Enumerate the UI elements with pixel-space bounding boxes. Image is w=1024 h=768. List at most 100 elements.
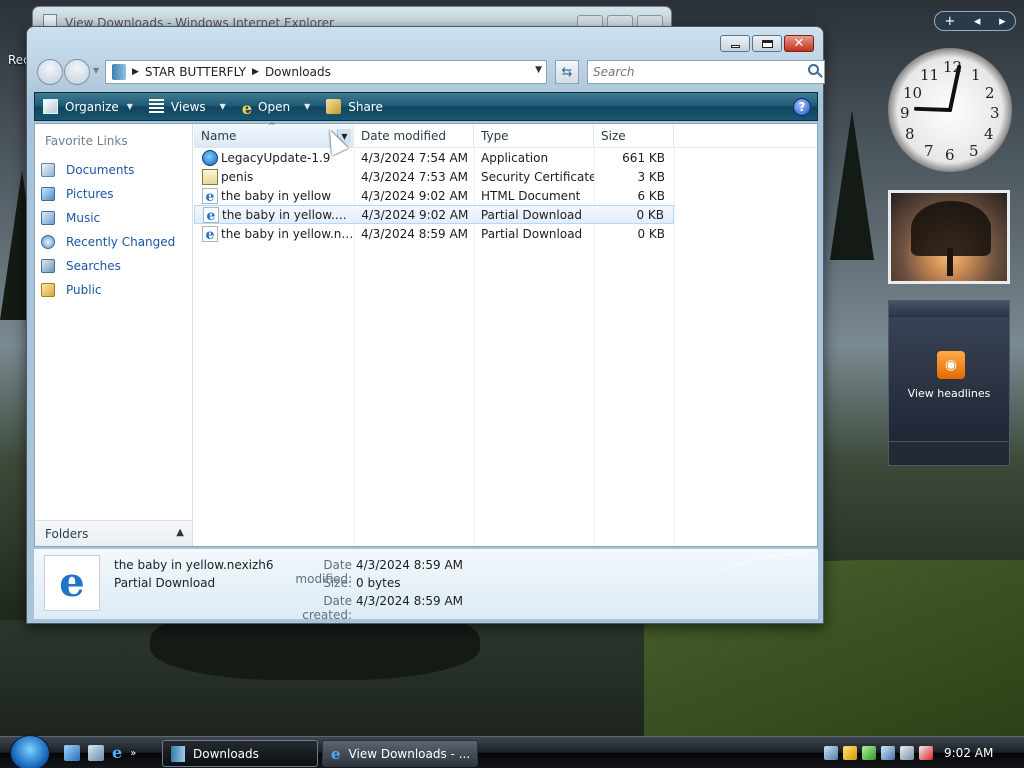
folder-location-icon [112,64,126,80]
quick-launch-overflow-icon[interactable]: » [130,748,136,759]
file-row[interactable]: ethe baby in yellow.nexi... 4/3/2024 8:5… [194,224,674,243]
forward-button[interactable] [64,59,90,85]
search-box[interactable] [587,60,825,84]
file-type: Partial Download [480,207,583,222]
help-button[interactable]: ? [793,98,811,116]
explorer-window: ✕ ▼ ▶ STAR BUTTERFLY ▶ Downloads ▼ ⇆ Org… [26,26,825,624]
search-icon[interactable] [808,64,819,75]
navigation-row: ▼ ▶ STAR BUTTERFLY ▶ Downloads ▼ ⇆ [35,58,825,85]
folders-toggle[interactable]: Folders ▲ [35,520,192,546]
chevron-down-icon: ▼ [219,102,226,111]
column-header: ^ Name ▼ Date modified Type Size [194,122,817,148]
refresh-button[interactable]: ⇆ [555,60,579,84]
ie-icon: e [241,99,252,118]
back-button[interactable] [37,59,63,85]
file-row[interactable]: penis 4/3/2024 7:53 AM Security Certific… [194,167,674,186]
quick-launch: e » [64,745,136,761]
application-icon [202,149,218,166]
taskbar-button-downloads[interactable]: Downloads [162,740,318,767]
favorite-link-recently-changed[interactable]: Recently Changed [41,230,175,254]
file-row-selected[interactable]: ethe baby in yellow.nexi... 4/3/2024 9:0… [194,205,674,224]
clock-numeral: 8 [905,125,915,143]
file-type: Application [481,150,549,165]
favorite-link-label: Recently Changed [66,235,176,249]
favorite-link-label: Music [66,211,101,225]
file-row[interactable]: LegacyUpdate-1.9 4/3/2024 7:54 AM Applic… [194,148,674,167]
breadcrumb-star-butterfly[interactable]: STAR BUTTERFLY [145,65,246,79]
navigation-pane: Favorite Links Documents Pictures Music … [35,124,193,546]
taskbar-button-label: View Downloads - ... [348,746,471,761]
minimize-icon [730,44,740,48]
previous-gadget-icon[interactable]: ◂ [974,14,981,29]
clock-gadget[interactable]: 12 1 2 3 4 5 6 7 8 9 10 11 [888,48,1012,172]
ie-document-icon: e [202,187,218,204]
favorite-link-label: Documents [66,163,135,177]
add-gadget-icon[interactable]: + [944,14,955,29]
open-button[interactable]: e Open ▼ [234,93,318,120]
breadcrumb-separator-icon[interactable]: ▶ [132,67,139,77]
breadcrumb-separator-icon[interactable]: ▶ [252,67,259,77]
close-button[interactable]: ✕ [784,35,814,52]
taskbar-clock[interactable]: 9:02 AM [944,746,993,760]
file-name: the baby in yellow.nexi... [221,226,354,241]
column-header-size[interactable]: Size [594,124,674,148]
favorite-link-label: Public [66,283,102,297]
view-headlines-link[interactable]: View headlines [889,387,1009,400]
file-list-pane: ^ Name ▼ Date modified Type Size LegacyU… [194,122,817,546]
details-date-modified: Date modified: 4/3/2024 8:59 AM [272,558,463,586]
start-button[interactable] [10,735,50,768]
checkmark-icon[interactable] [862,746,876,760]
show-desktop-icon[interactable] [64,745,80,761]
recently-changed-icon [41,235,55,249]
slideshow-gadget[interactable] [888,190,1010,284]
recent-pages-chevron-icon[interactable]: ▼ [93,66,99,75]
network-icon[interactable] [900,746,914,760]
volume-muted-icon[interactable] [919,746,933,760]
favorite-link-documents[interactable]: Documents [41,158,175,182]
column-header-date-modified[interactable]: Date modified [354,124,474,148]
ie-document-icon: e [44,555,100,611]
taskbar-button-view-downloads[interactable]: e View Downloads - ... [322,740,478,767]
organize-icon [43,99,58,114]
caption-buttons: ✕ [720,35,814,52]
breadcrumb-downloads[interactable]: Downloads [265,65,331,79]
column-header-label: Date modified [361,129,447,143]
system-tray: 9:02 AM [824,739,1024,767]
organize-button[interactable]: Organize ▼ [35,93,141,120]
address-bar[interactable]: ▶ STAR BUTTERFLY ▶ Downloads ▼ [105,60,547,84]
favorite-link-searches[interactable]: Searches [41,254,175,278]
file-name: the baby in yellow.nexi... [222,207,354,222]
file-date: 4/3/2024 7:53 AM [361,169,469,184]
column-header-type[interactable]: Type [474,124,594,148]
minimize-button[interactable] [720,35,750,52]
address-dropdown-icon[interactable]: ▼ [535,65,542,75]
views-button[interactable]: Views ▼ [141,93,234,120]
clock-numeral: 5 [969,142,979,160]
favorite-links-title: Favorite Links [45,134,128,148]
security-shield-icon[interactable] [843,746,857,760]
switch-windows-icon[interactable] [88,745,104,761]
file-date: 4/3/2024 8:59 AM [361,226,469,241]
next-gadget-icon[interactable]: ▸ [999,14,1006,29]
folder-icon [171,745,185,762]
file-row[interactable]: e the baby in yellow 4/3/2024 9:02 AM HTM… [194,186,674,205]
file-type: HTML Document [481,188,581,203]
file-size: 6 KB [637,188,665,203]
folders-label: Folders [45,526,89,541]
organize-label: Organize [65,99,119,114]
clock-numeral: 10 [903,84,923,102]
search-input[interactable] [588,65,798,79]
windows-flag-icon[interactable] [881,746,895,760]
clock-numeral: 11 [920,66,940,84]
favorite-link-music[interactable]: Music [41,206,175,230]
rss-icon: ◉ [937,351,965,379]
slideshow-trunk-image [947,248,953,276]
file-date: 4/3/2024 9:02 AM [361,207,469,222]
share-button[interactable]: Share [318,93,391,120]
favorite-link-pictures[interactable]: Pictures [41,182,175,206]
windows-update-icon[interactable] [824,746,838,760]
favorite-link-public[interactable]: Public [41,278,175,302]
feed-headlines-gadget[interactable]: ◉ View headlines [888,300,1010,466]
internet-explorer-icon[interactable]: e [112,745,122,761]
maximize-button[interactable] [752,35,782,52]
